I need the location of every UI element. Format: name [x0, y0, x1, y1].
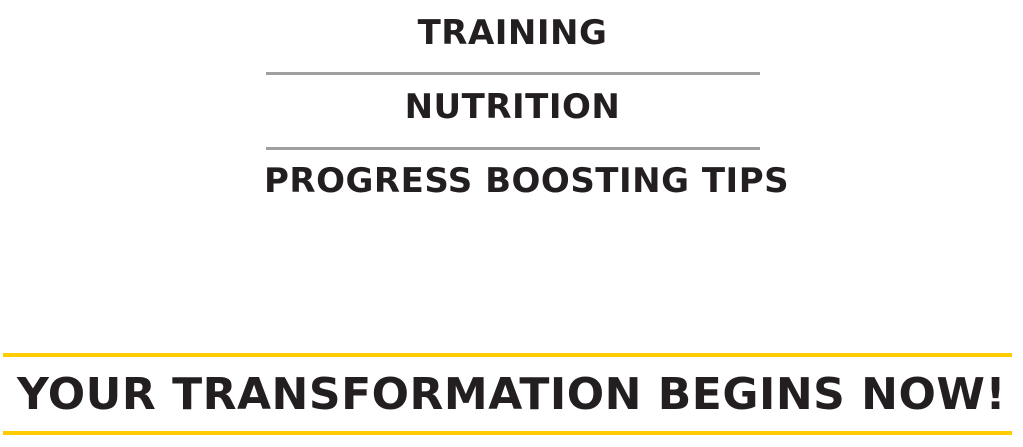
feature-divider — [266, 72, 760, 75]
feature-item-nutrition: NUTRITION — [404, 87, 621, 127]
cta-top-rule — [3, 353, 1012, 357]
feature-divider — [266, 147, 760, 150]
cta-bottom-rule — [3, 431, 1012, 435]
cta-headline: YOUR TRANSFORMATION BEGINS NOW! — [16, 369, 1007, 420]
feature-item-progress-boosting-tips: PROGRESS BOOSTING TIPS — [264, 161, 790, 201]
feature-item-training: TRAINING — [417, 13, 608, 53]
